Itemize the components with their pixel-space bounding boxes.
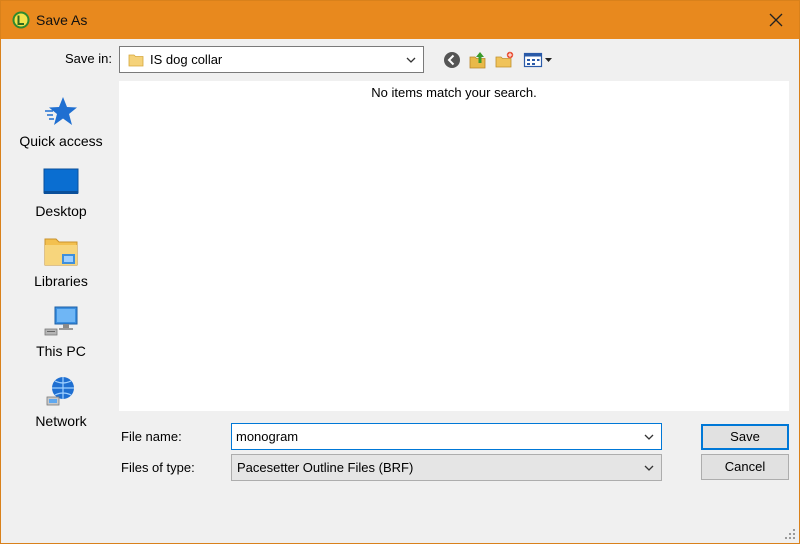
place-label: Libraries <box>34 273 88 289</box>
quick-access-star-icon <box>45 97 77 125</box>
cancel-button[interactable]: Cancel <box>701 454 789 480</box>
chevron-down-icon[interactable] <box>643 431 655 443</box>
up-one-level-button[interactable] <box>467 49 489 71</box>
file-name-input[interactable]: monogram <box>231 423 662 450</box>
place-label: Desktop <box>35 203 87 219</box>
file-type-dropdown[interactable]: Pacesetter Outline Files (BRF) <box>231 454 662 481</box>
file-list-view[interactable]: No items match your search. <box>119 81 789 411</box>
chevron-down-icon <box>406 57 416 63</box>
place-desktop[interactable]: Desktop <box>9 157 113 223</box>
save-as-dialog: Save As Save in: IS dog collar Quick acc… <box>0 0 800 544</box>
window-title: Save As <box>36 12 88 28</box>
save-button[interactable]: Save <box>701 424 789 450</box>
place-this-pc[interactable]: This PC <box>9 297 113 363</box>
empty-message: No items match your search. <box>371 85 537 100</box>
folder-icon <box>128 54 144 67</box>
this-pc-icon <box>44 306 78 336</box>
file-type-value: Pacesetter Outline Files (BRF) <box>237 460 414 475</box>
view-menu-icon <box>523 52 552 68</box>
place-label: This PC <box>36 343 86 359</box>
place-network[interactable]: Network <box>9 367 113 433</box>
save-in-value: IS dog collar <box>150 52 223 67</box>
view-menu-button[interactable] <box>522 49 554 71</box>
close-icon <box>769 13 783 27</box>
back-button[interactable] <box>441 49 463 71</box>
file-name-value: monogram <box>236 429 299 444</box>
place-label: Network <box>35 413 87 429</box>
resize-grip-icon[interactable] <box>784 528 796 540</box>
close-button[interactable] <box>753 1 799 39</box>
chevron-down-icon <box>644 465 654 471</box>
save-in-dropdown[interactable]: IS dog collar <box>119 46 424 73</box>
title-bar[interactable]: Save As <box>1 1 799 39</box>
network-icon <box>46 377 74 406</box>
up-folder-icon <box>469 52 486 69</box>
file-name-label: File name: <box>121 429 182 444</box>
place-label: Quick access <box>19 133 103 149</box>
file-type-label: Files of type: <box>121 460 195 475</box>
save-in-label: Save in: <box>65 51 112 66</box>
back-icon <box>444 52 460 68</box>
libraries-icon <box>44 238 78 266</box>
desktop-icon <box>43 168 79 194</box>
create-new-folder-button[interactable] <box>494 49 516 71</box>
place-libraries[interactable]: Libraries <box>9 227 113 293</box>
new-folder-icon <box>495 51 514 68</box>
app-logo-icon <box>12 11 30 29</box>
places-bar: Quick access Desktop Libraries This PC N… <box>9 81 113 431</box>
place-quick-access[interactable]: Quick access <box>9 87 113 153</box>
